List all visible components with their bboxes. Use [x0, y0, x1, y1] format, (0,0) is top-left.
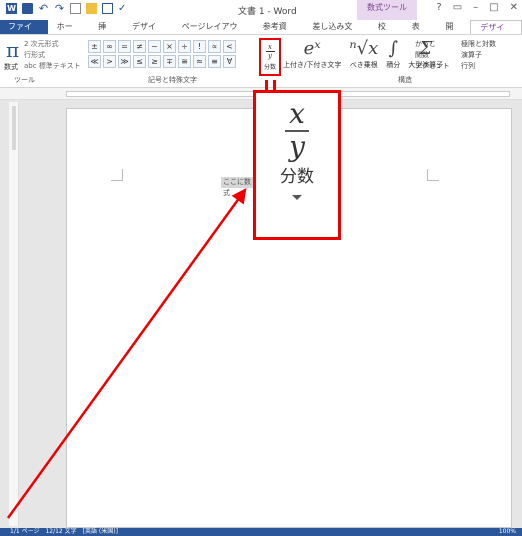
symbol-button[interactable]: ∝ [208, 40, 221, 53]
symbol-button[interactable]: < [223, 40, 236, 53]
window-controls: ? ▭ – □ ✕ [436, 2, 518, 13]
symbol-button[interactable]: ≤ [133, 55, 146, 68]
ribbon: π 数式 2 次元形式 行形式 abc 標準テキスト ツール ± ∞ = ≠ ~… [0, 34, 522, 88]
matrix-button[interactable]: 行列 [461, 61, 496, 72]
tab-equation-design[interactable]: デザイン [470, 20, 522, 46]
equation-placeholder[interactable]: ここに数式 [221, 177, 257, 197]
symbol-button[interactable]: ∞ [103, 40, 116, 53]
word-logo-icon: W [6, 3, 17, 14]
structures-more-1: かっこ 関数 アクセント [415, 39, 450, 72]
script-button[interactable]: eˣ 上付き/下付き文字 [283, 38, 341, 70]
accent-button[interactable]: アクセント [415, 61, 450, 72]
maximize-button[interactable]: □ [489, 2, 498, 13]
fraction-numerator-icon: x [268, 43, 272, 51]
symbol-button[interactable]: ≈ [193, 55, 206, 68]
operator-button[interactable]: 演算子 [461, 50, 496, 61]
tab-design[interactable]: デザイン [123, 20, 173, 45]
script-icon: eˣ [303, 38, 321, 59]
open-folder-icon[interactable] [86, 3, 97, 14]
help-icon[interactable]: ? [436, 2, 441, 13]
function-button[interactable]: 関数 [415, 50, 450, 61]
callout-label: 分数 [280, 167, 314, 187]
undo-icon[interactable]: ↶ [38, 3, 49, 14]
tab-home[interactable]: ホーム [48, 20, 90, 45]
limit-log-button[interactable]: 極限と対数 [461, 39, 496, 50]
save-icon[interactable] [22, 3, 33, 14]
symbol-button[interactable]: ÷ [178, 40, 191, 53]
normal-text-button[interactable]: abc 標準テキスト [24, 61, 81, 72]
print-preview-icon[interactable] [102, 3, 113, 14]
script-label: 上付き/下付き文字 [283, 61, 342, 69]
tab-review[interactable]: 校閲 [369, 20, 403, 45]
callout-connector-right [273, 80, 276, 90]
title-bar: W ↶ ↷ ✓ 文書 1 - Word 数式ツール ? ▭ – □ ✕ [0, 0, 522, 20]
equation-tools-context-tab: 数式ツール [357, 0, 417, 20]
symbol-button[interactable]: ≡ [208, 55, 221, 68]
fraction-zoom-callout: x y 分数 [253, 90, 341, 240]
tools-group: 2 次元形式 行形式 abc 標準テキスト [24, 39, 81, 72]
symbol-button[interactable]: ≠ [133, 40, 146, 53]
symbol-button[interactable]: ± [88, 40, 101, 53]
symbols-gallery: ± ∞ = ≠ ~ × ÷ ! ∝ < ≪ > ≫ ≤ ≥ ∓ ≅ ≈ ≡ ∀ [88, 40, 236, 68]
tab-developer[interactable]: 開発 [437, 20, 471, 45]
margin-corner-left [111, 169, 123, 181]
linear-format-button[interactable]: 行形式 [24, 50, 81, 61]
symbol-button[interactable]: ∀ [223, 55, 236, 68]
ribbon-tabs: ファイル ホーム 挿入 デザイン ページレイアウト 参考資料 差し込み文書 校閲… [0, 20, 522, 46]
bracket-button[interactable]: かっこ [415, 39, 450, 50]
close-button[interactable]: ✕ [510, 2, 518, 13]
symbol-button[interactable]: ≫ [118, 55, 131, 68]
tab-insert[interactable]: 挿入 [89, 20, 123, 45]
fraction-button-label: 分数 [263, 64, 276, 71]
tab-view[interactable]: 表示 [403, 20, 437, 45]
symbol-button[interactable]: × [163, 40, 176, 53]
professional-format-button[interactable]: 2 次元形式 [24, 39, 81, 50]
callout-connector-left [265, 80, 268, 90]
radical-button[interactable]: ⁿ√x べき乗根 [349, 38, 378, 70]
quick-access-toolbar: W ↶ ↷ ✓ [6, 3, 129, 14]
tab-mailings[interactable]: 差し込み文書 [303, 20, 368, 45]
symbol-button[interactable]: ≥ [148, 55, 161, 68]
symbol-button[interactable]: ∓ [163, 55, 176, 68]
callout-numerator: x [289, 97, 305, 130]
tools-group-label: ツール [14, 76, 35, 84]
margin-corner-right [427, 169, 439, 181]
integral-label: 積分 [386, 61, 401, 69]
radical-icon: ⁿ√x [349, 38, 379, 59]
symbol-button[interactable]: ~ [148, 40, 161, 53]
spelling-check-icon[interactable]: ✓ [118, 3, 129, 14]
symbol-button[interactable]: ≪ [88, 55, 101, 68]
vertical-ruler[interactable] [9, 102, 19, 526]
integral-button[interactable]: ∫ 積分 [386, 38, 400, 70]
equation-button-label: 数式 [4, 63, 18, 71]
symbol-button[interactable]: ! [193, 40, 206, 53]
symbols-group-label: 記号と特殊文字 [148, 76, 197, 84]
zoom-level[interactable]: 100% [499, 528, 516, 536]
integral-icon: ∫ [388, 38, 398, 59]
structures-group-label: 構造 [398, 76, 412, 84]
fraction-button[interactable]: x y 分数 [259, 38, 281, 76]
window-title: 文書 1 - Word [238, 7, 297, 17]
tab-references[interactable]: 参考資料 [254, 20, 304, 45]
callout-denominator: y [289, 130, 305, 163]
redo-icon[interactable]: ↷ [54, 3, 65, 14]
tab-file[interactable]: ファイル [0, 20, 48, 45]
new-document-icon[interactable] [70, 3, 81, 14]
symbol-button[interactable]: > [103, 55, 116, 68]
symbol-button[interactable]: = [118, 40, 131, 53]
radical-label: べき乗根 [349, 61, 378, 69]
status-text: 1/1 ページ 12/12 文字 [英語 (米国)] [10, 528, 118, 535]
fraction-denominator-icon: y [268, 52, 272, 60]
equation-pi-icon[interactable]: π [6, 38, 19, 62]
minimize-button[interactable]: – [473, 2, 478, 13]
ribbon-display-icon[interactable]: ▭ [453, 2, 462, 13]
structures-more-2: 極限と対数 演算子 行列 [461, 39, 496, 72]
tab-page-layout[interactable]: ページレイアウト [173, 20, 254, 45]
dropdown-arrow-icon [292, 195, 302, 200]
status-bar: 1/1 ページ 12/12 文字 [英語 (米国)] 100% [0, 528, 522, 536]
symbol-button[interactable]: ≅ [178, 55, 191, 68]
